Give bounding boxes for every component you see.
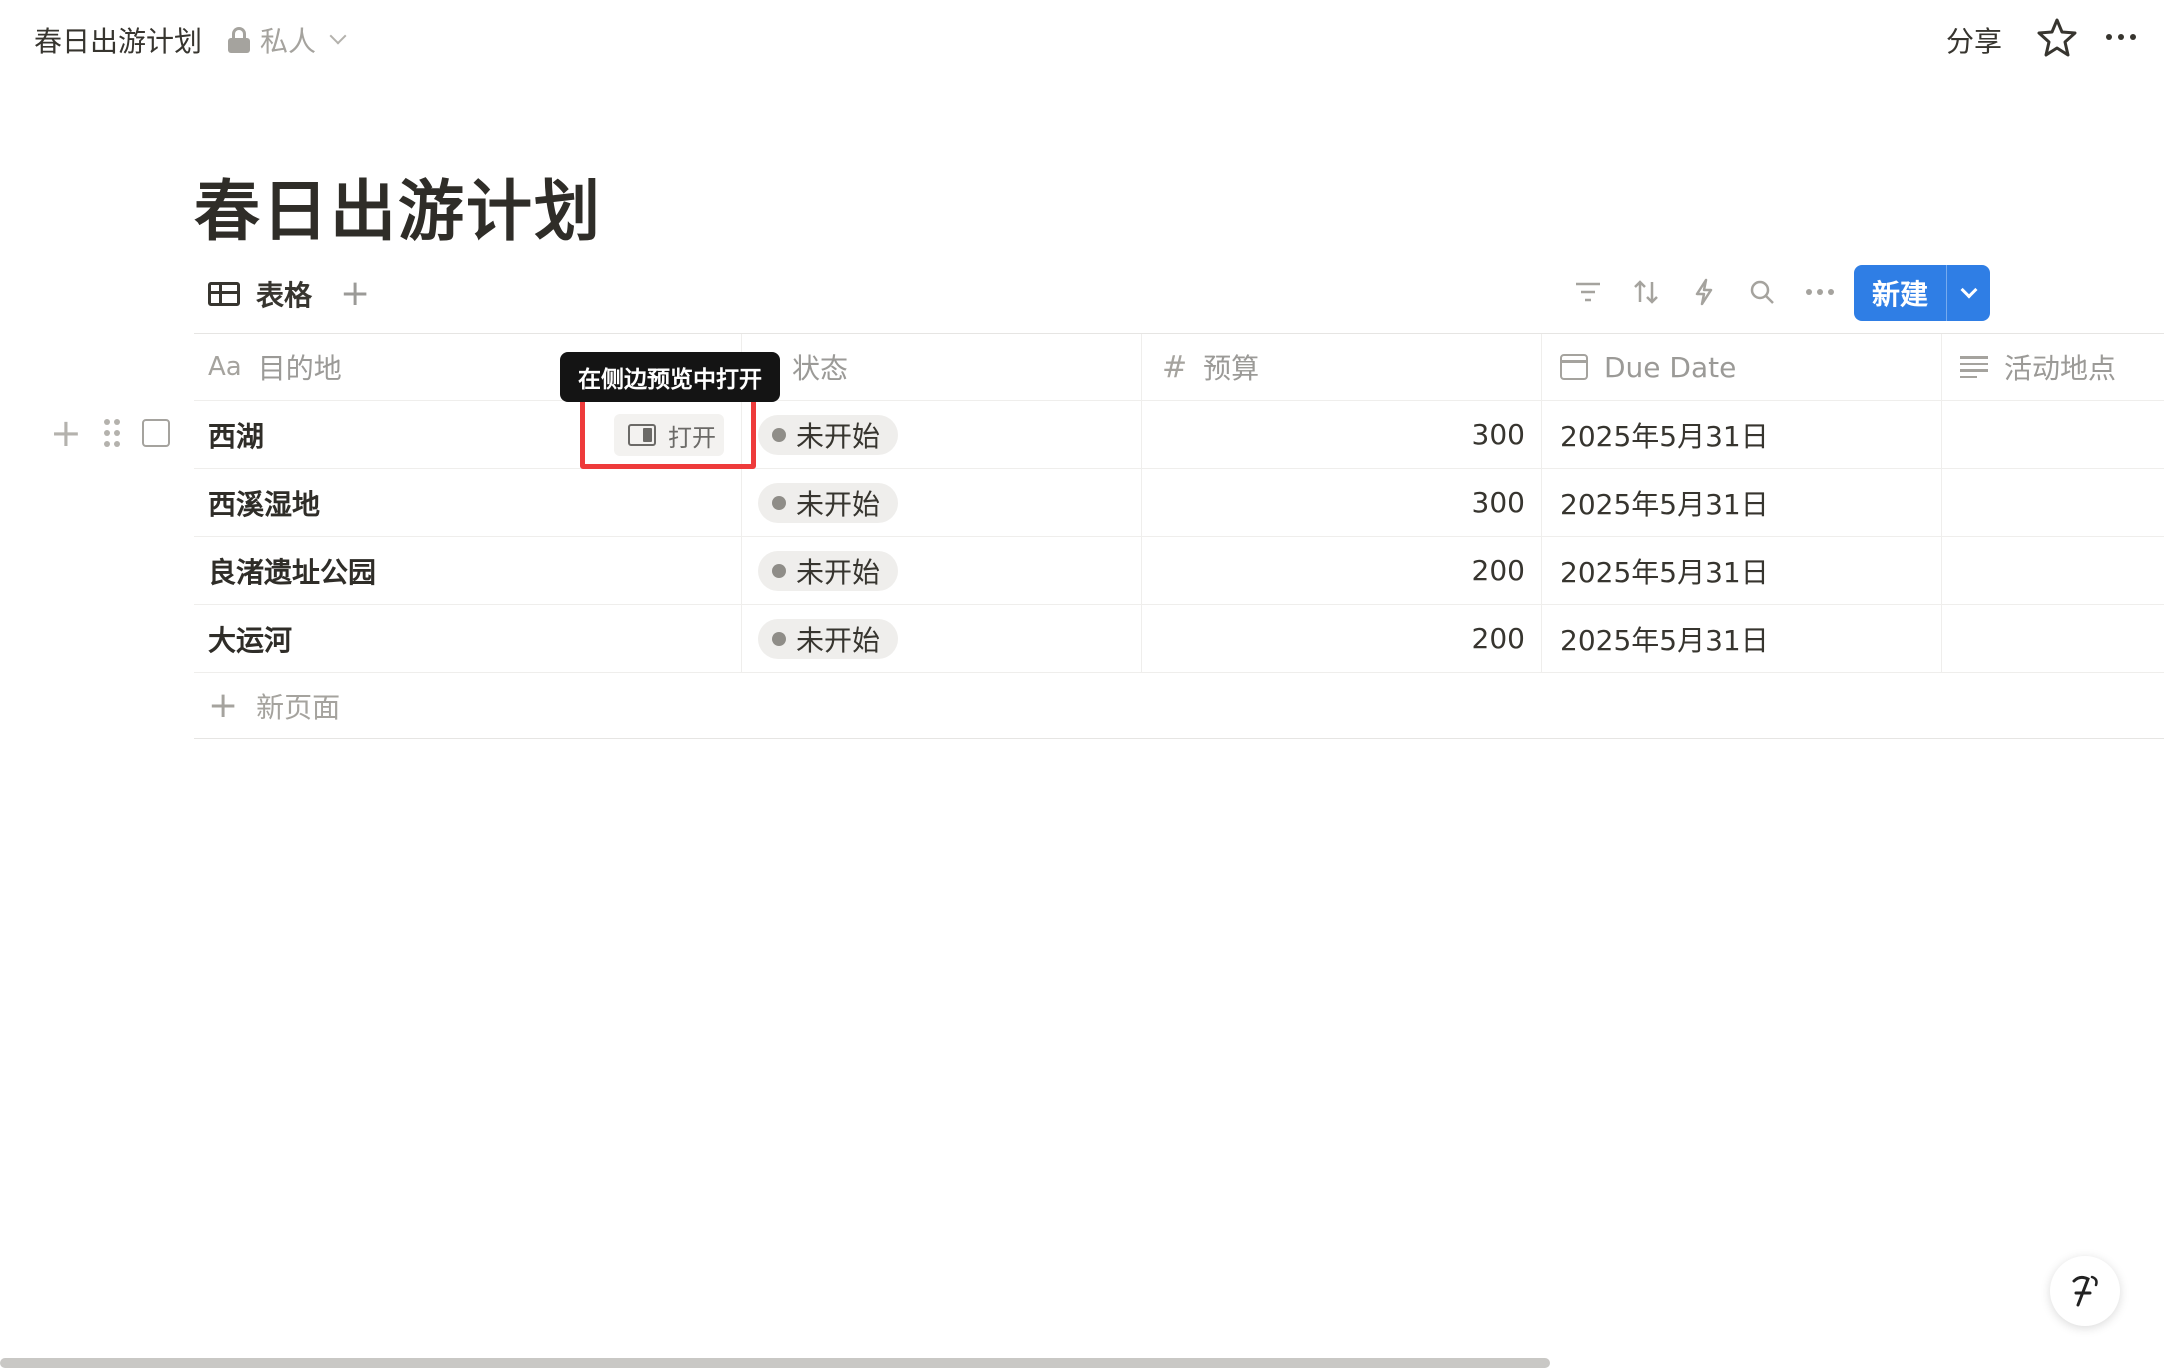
destination-cell[interactable]: 西溪湿地	[194, 469, 742, 536]
top-bar: 春日出游计划 私人 分享	[0, 0, 2164, 78]
budget-cell[interactable]: 300	[1142, 469, 1542, 536]
due-date-value: 2025年5月31日	[1560, 419, 1769, 453]
more-options-icon[interactable]	[2098, 16, 2144, 58]
row-handles: +	[50, 414, 170, 452]
due-date-cell[interactable]: 2025年5月31日	[1542, 469, 1942, 536]
row-checkbox[interactable]	[141, 419, 170, 447]
destination-cell[interactable]: 良渚遗址公园	[194, 537, 742, 604]
database-table: Aa 目的地 状态 # 预算 Due Date 活动地点 西湖 打开 未开始 3…	[194, 333, 2164, 739]
row-title[interactable]: 大运河	[208, 619, 292, 659]
new-button-group: 新建	[1854, 265, 1990, 321]
search-icon[interactable]	[1746, 272, 1778, 312]
plus-icon: +	[208, 684, 239, 726]
page-title[interactable]: 春日出游计划	[194, 158, 602, 254]
due-date-value: 2025年5月31日	[1560, 555, 1769, 589]
breadcrumb-page-title[interactable]: 春日出游计划	[34, 20, 202, 60]
status-label: 未开始	[796, 555, 881, 589]
budget-cell[interactable]: 300	[1142, 401, 1542, 468]
column-header-status[interactable]: 状态	[742, 334, 1142, 400]
budget-value: 200	[1471, 622, 1525, 655]
budget-value: 300	[1471, 418, 1525, 451]
new-page-label: 新页面	[256, 690, 341, 724]
status-cell[interactable]: 未开始	[742, 401, 1142, 468]
text-lines-icon	[1960, 356, 1988, 378]
status-cell[interactable]: 未开始	[742, 469, 1142, 536]
due-date-cell[interactable]: 2025年5月31日	[1542, 401, 1942, 468]
status-badge: 未开始	[758, 414, 899, 455]
view-tab-label: 表格	[256, 279, 313, 312]
column-header-due-date[interactable]: Due Date	[1542, 334, 1942, 400]
budget-cell[interactable]: 200	[1142, 605, 1542, 672]
table-row[interactable]: 大运河 未开始 200 2025年5月31日	[194, 605, 2164, 673]
table-row[interactable]: 西湖 打开 未开始 300 2025年5月31日	[194, 397, 2164, 469]
lock-icon	[228, 27, 250, 53]
column-label: 状态	[792, 352, 849, 385]
column-header-activity-place[interactable]: 活动地点	[1942, 334, 2164, 400]
side-peek-tooltip: 在侧边预览中打开	[560, 352, 780, 402]
add-row-plus-icon[interactable]: +	[50, 414, 82, 452]
row-title[interactable]: 西溪湿地	[208, 483, 320, 523]
row-title[interactable]: 西湖	[208, 415, 264, 455]
budget-cell[interactable]: 200	[1142, 537, 1542, 604]
status-cell[interactable]: 未开始	[742, 605, 1142, 672]
activity-place-cell[interactable]	[1942, 469, 2164, 536]
new-button[interactable]: 新建	[1854, 273, 1946, 313]
table-icon	[208, 282, 240, 306]
status-badge: 未开始	[758, 482, 899, 523]
drag-handle-icon[interactable]	[103, 419, 120, 447]
table-header: Aa 目的地 状态 # 预算 Due Date 活动地点	[194, 333, 2164, 401]
help-icon	[2072, 1275, 2098, 1307]
table-row[interactable]: 良渚遗址公园 未开始 200 2025年5月31日	[194, 537, 2164, 605]
title-property-icon: Aa	[208, 352, 242, 382]
destination-cell[interactable]: 西湖 打开	[194, 397, 756, 469]
number-property-icon: #	[1162, 349, 1188, 385]
view-tools	[1572, 272, 1836, 312]
filter-icon[interactable]	[1572, 272, 1604, 312]
due-date-cell[interactable]: 2025年5月31日	[1542, 537, 1942, 604]
status-label: 未开始	[796, 623, 881, 657]
activity-place-cell[interactable]	[1942, 605, 2164, 672]
activity-place-cell[interactable]	[1942, 401, 2164, 468]
budget-value: 300	[1471, 486, 1525, 519]
due-date-cell[interactable]: 2025年5月31日	[1542, 605, 1942, 672]
column-label: 活动地点	[2004, 352, 2117, 385]
view-more-icon[interactable]	[1804, 272, 1836, 312]
sort-icon[interactable]	[1630, 272, 1662, 312]
table-row[interactable]: 西溪湿地 未开始 300 2025年5月31日	[194, 469, 2164, 537]
calendar-icon	[1560, 354, 1588, 380]
due-date-value: 2025年5月31日	[1560, 623, 1769, 657]
add-view-button[interactable]: +	[340, 274, 370, 314]
status-badge: 未开始	[758, 550, 899, 591]
column-header-budget[interactable]: # 预算	[1142, 334, 1542, 400]
privacy-selector[interactable]: 私人	[228, 20, 347, 60]
column-label: Due Date	[1604, 350, 1737, 384]
new-page-row[interactable]: + 新页面	[194, 673, 2164, 739]
tab-table-view[interactable]: 表格	[208, 274, 312, 314]
view-toolbar: 表格 + 新建	[194, 265, 1990, 324]
star-icon[interactable]	[2036, 16, 2078, 58]
destination-cell[interactable]: 大运河	[194, 605, 742, 672]
highlight-box	[580, 397, 756, 469]
status-badge: 未开始	[758, 618, 899, 659]
row-title[interactable]: 良渚遗址公园	[208, 551, 376, 591]
new-dropdown-chevron-icon[interactable]	[1947, 281, 1990, 299]
column-label: 目的地	[257, 352, 342, 385]
due-date-value: 2025年5月31日	[1560, 487, 1769, 521]
status-label: 未开始	[796, 487, 881, 521]
help-button[interactable]	[2050, 1256, 2120, 1326]
status-cell[interactable]: 未开始	[742, 537, 1142, 604]
activity-place-cell[interactable]	[1942, 537, 2164, 604]
chevron-down-icon	[329, 27, 347, 45]
column-label: 预算	[1203, 352, 1260, 385]
horizontal-scrollbar[interactable]	[0, 1358, 1550, 1368]
share-button[interactable]: 分享	[1946, 20, 2002, 60]
privacy-label: 私人	[260, 25, 317, 58]
status-label: 未开始	[796, 419, 881, 453]
automation-lightning-icon[interactable]	[1688, 272, 1720, 312]
budget-value: 200	[1471, 554, 1525, 587]
